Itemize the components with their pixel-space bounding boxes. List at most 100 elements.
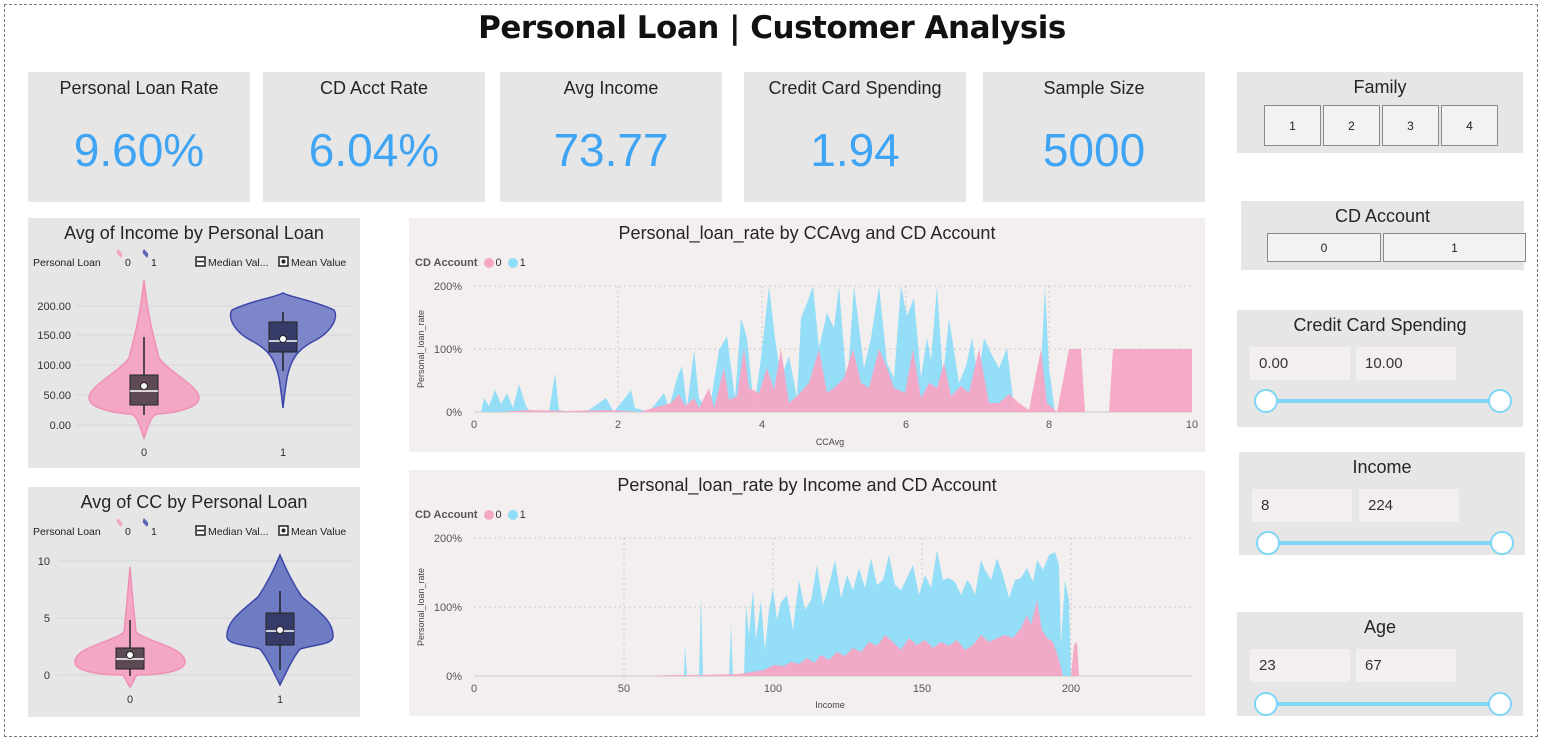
legend-mean: Mean Value bbox=[291, 526, 346, 538]
slicer-title: Age bbox=[1363, 617, 1397, 637]
x-tick-label: 0 bbox=[127, 694, 133, 706]
y-axis-title: Personal_loan_rate bbox=[416, 568, 426, 646]
y-tick-label: 5 bbox=[44, 613, 50, 625]
violin-cc-svg: Personal Loan 0 1 Median Val... Mean Val… bbox=[33, 518, 353, 706]
x-tick-label: 2 bbox=[615, 419, 621, 431]
kpi-card-credit-card-spending[interactable]: Credit Card Spending 1.94 bbox=[744, 72, 966, 202]
legend-violin-icon bbox=[116, 249, 123, 258]
area-income-svg: 200% 100% 0% 0 50 100 150 200 Income Per… bbox=[416, 533, 1192, 710]
kpi-label: Avg Income bbox=[563, 78, 659, 98]
family-option-3[interactable]: 3 bbox=[1382, 105, 1439, 146]
legend-title: Personal Loan bbox=[33, 257, 101, 269]
kpi-value: 9.60% bbox=[73, 124, 205, 176]
range-min-input[interactable]: 0.00 bbox=[1250, 347, 1350, 380]
kpi-label: Sample Size bbox=[1043, 78, 1145, 98]
legend-median: Median Val... bbox=[208, 257, 269, 269]
range-slider-track[interactable] bbox=[1267, 541, 1502, 545]
kpi-value: 5000 bbox=[1042, 124, 1146, 176]
slicer-title: CD Account bbox=[1334, 206, 1431, 226]
mean-marker bbox=[126, 651, 134, 659]
x-tick-label: 4 bbox=[759, 419, 765, 431]
mean-marker bbox=[279, 335, 287, 343]
range-slider-min-handle[interactable] bbox=[1254, 692, 1278, 716]
kpi-label: Personal Loan Rate bbox=[59, 78, 219, 98]
cd-account-slicer: CD Account 0 1 bbox=[1241, 201, 1526, 270]
y-tick-label: 0% bbox=[446, 407, 462, 419]
family-slicer: Family 1 2 3 4 bbox=[1237, 72, 1523, 153]
family-option-2[interactable]: 2 bbox=[1323, 105, 1380, 146]
legend-mean: Mean Value bbox=[291, 257, 346, 269]
range-slider-max-handle[interactable] bbox=[1488, 692, 1512, 716]
kpi-value: 6.04% bbox=[308, 124, 440, 176]
y-tick-label: 150.00 bbox=[37, 330, 71, 342]
legend-median: Median Val... bbox=[208, 526, 269, 538]
y-tick-label: 200% bbox=[434, 281, 462, 293]
kpi-card-sample-size[interactable]: Sample Size 5000 bbox=[983, 72, 1205, 202]
legend-title: Personal Loan bbox=[33, 526, 101, 538]
cd-account-option-1[interactable]: 1 bbox=[1383, 233, 1526, 262]
x-tick-label: 50 bbox=[618, 683, 630, 695]
range-max-input[interactable]: 67 bbox=[1356, 649, 1456, 682]
y-tick-label: 100% bbox=[434, 602, 462, 614]
violin-chart-income[interactable]: Avg of Income by Personal Loan Personal … bbox=[28, 218, 360, 468]
mean-marker bbox=[140, 382, 148, 390]
y-tick-label: 200% bbox=[434, 533, 462, 545]
y-tick-label: 200.00 bbox=[37, 301, 71, 313]
y-tick-label: 0.00 bbox=[50, 420, 71, 432]
x-tick-label: 0 bbox=[141, 447, 147, 459]
slicer-title: Family bbox=[1353, 77, 1407, 97]
page-title: Personal Loan | Customer Analysis bbox=[478, 10, 1066, 46]
x-tick-label: 8 bbox=[1046, 419, 1052, 431]
kpi-card-cd-acct-rate[interactable]: CD Acct Rate 6.04% bbox=[263, 72, 485, 202]
legend-series-1: 1 bbox=[151, 526, 157, 538]
y-tick-label: 10 bbox=[38, 556, 50, 568]
range-min-input[interactable]: 23 bbox=[1250, 649, 1350, 682]
x-tick-label: 0 bbox=[471, 419, 477, 431]
range-max-input[interactable]: 10.00 bbox=[1356, 347, 1456, 380]
mean-marker bbox=[276, 626, 284, 634]
x-tick-label: 1 bbox=[280, 447, 286, 459]
cd-account-option-0[interactable]: 0 bbox=[1267, 233, 1381, 262]
y-tick-label: 0% bbox=[446, 671, 462, 683]
x-tick-label: 10 bbox=[1186, 419, 1198, 431]
y-tick-label: 100% bbox=[434, 344, 462, 356]
area-chart-ccavg[interactable]: Personal_loan_rate by CCAvg and CD Accou… bbox=[409, 218, 1205, 452]
x-tick-label: 100 bbox=[764, 683, 782, 695]
range-slider-track[interactable] bbox=[1265, 702, 1501, 706]
x-axis-title: CCAvg bbox=[816, 437, 844, 447]
x-axis-title: Income bbox=[815, 700, 845, 710]
range-min-input[interactable]: 8 bbox=[1252, 489, 1352, 522]
family-option-1[interactable]: 1 bbox=[1264, 105, 1321, 146]
kpi-value: 1.94 bbox=[810, 124, 900, 176]
range-slider-track[interactable] bbox=[1265, 399, 1501, 403]
income-slicer: Income 8 224 bbox=[1239, 452, 1525, 555]
slicer-title: Income bbox=[1352, 457, 1412, 477]
kpi-card-avg-income[interactable]: Avg Income 73.77 bbox=[500, 72, 722, 202]
credit-card-spending-slicer: Credit Card Spending 0.00 10.00 bbox=[1237, 310, 1523, 427]
range-slider-max-handle[interactable] bbox=[1490, 531, 1514, 555]
x-tick-label: 1 bbox=[277, 694, 283, 706]
legend-series-0: 0 bbox=[125, 257, 131, 269]
kpi-card-personal-loan-rate[interactable]: Personal Loan Rate 9.60% bbox=[28, 72, 250, 202]
legend-series-1: 1 bbox=[151, 257, 157, 269]
x-tick-label: 6 bbox=[903, 419, 909, 431]
legend-violin-icon bbox=[142, 518, 149, 527]
area-ccavg-svg: 200% 100% 0% 0 2 4 6 8 10 CCAvg Personal… bbox=[416, 281, 1198, 447]
area-chart-income[interactable]: Personal_loan_rate by Income and CD Acco… bbox=[409, 470, 1205, 716]
x-tick-label: 150 bbox=[913, 683, 931, 695]
family-option-4[interactable]: 4 bbox=[1441, 105, 1498, 146]
range-slider-min-handle[interactable] bbox=[1256, 531, 1280, 555]
violin-chart-cc[interactable]: Avg of CC by Personal Loan Personal Loan… bbox=[28, 487, 360, 717]
age-slicer: Age 23 67 bbox=[1237, 612, 1523, 716]
range-slider-min-handle[interactable] bbox=[1254, 389, 1278, 413]
kpi-value: 73.77 bbox=[553, 124, 669, 176]
range-max-input[interactable]: 224 bbox=[1359, 489, 1459, 522]
violin-income-svg: Personal Loan 0 1 Median Val... Mean Val… bbox=[33, 249, 353, 459]
y-tick-label: 50.00 bbox=[43, 390, 71, 402]
x-tick-label: 0 bbox=[471, 683, 477, 695]
range-slider-max-handle[interactable] bbox=[1488, 389, 1512, 413]
y-axis-title: Personal_loan_rate bbox=[416, 310, 426, 388]
legend-violin-icon bbox=[142, 249, 149, 258]
legend-violin-icon bbox=[116, 518, 123, 527]
y-tick-label: 0 bbox=[44, 670, 50, 682]
